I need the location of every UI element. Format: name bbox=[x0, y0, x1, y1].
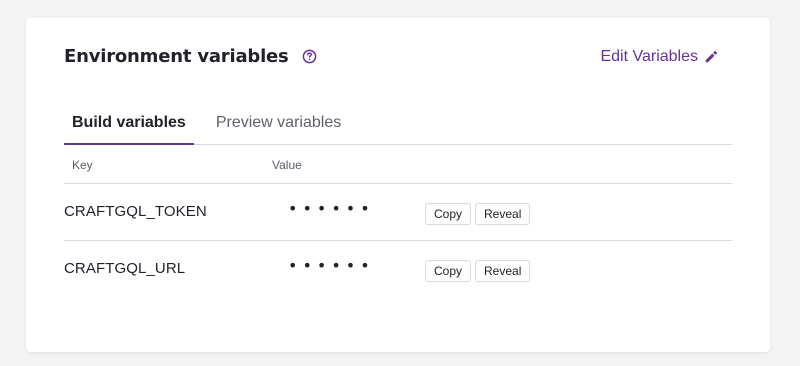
tab-build-variables[interactable]: Build variables bbox=[64, 102, 194, 145]
table-row: CRAFTGQL_URL •••••• Copy Reveal bbox=[64, 241, 732, 298]
row-actions: Copy Reveal bbox=[425, 203, 534, 225]
variable-key: CRAFTGQL_TOKEN bbox=[64, 203, 207, 220]
pencil-icon bbox=[704, 50, 718, 64]
reveal-button[interactable]: Reveal bbox=[475, 203, 531, 225]
masked-value: •••••• bbox=[288, 199, 375, 218]
copy-button[interactable]: Copy bbox=[425, 203, 472, 225]
column-header-key: Key bbox=[72, 158, 93, 172]
table-header: Key Value bbox=[64, 146, 732, 184]
copy-button[interactable]: Copy bbox=[425, 260, 472, 282]
reveal-button[interactable]: Reveal bbox=[475, 260, 531, 282]
masked-value: •••••• bbox=[288, 256, 375, 275]
variables-tabs: Build variables Preview variables bbox=[64, 102, 732, 145]
section-header: Environment variables bbox=[64, 46, 318, 67]
variables-table: Key Value CRAFTGQL_TOKEN •••••• Copy Rev… bbox=[64, 146, 732, 298]
tab-preview-variables[interactable]: Preview variables bbox=[208, 102, 349, 144]
edit-variables-label: Edit Variables bbox=[600, 48, 698, 65]
table-row: CRAFTGQL_TOKEN •••••• Copy Reveal bbox=[64, 184, 732, 241]
section-title: Environment variables bbox=[64, 46, 289, 67]
variable-key: CRAFTGQL_URL bbox=[64, 260, 186, 277]
question-circle-icon[interactable] bbox=[302, 49, 318, 65]
column-header-value: Value bbox=[272, 158, 302, 172]
edit-variables-link[interactable]: Edit Variables bbox=[600, 48, 718, 66]
row-actions: Copy Reveal bbox=[425, 260, 534, 282]
environment-variables-card: Environment variables Edit Variables Bui… bbox=[26, 18, 770, 352]
